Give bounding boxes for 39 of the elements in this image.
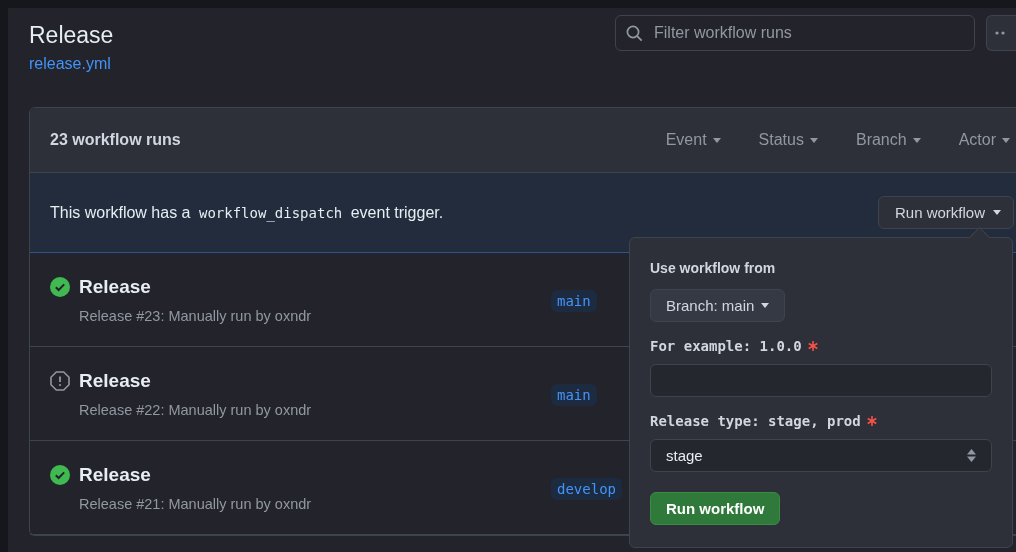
check-circle-icon: [50, 464, 70, 485]
search-icon: [626, 25, 643, 42]
caret-icon: [809, 137, 818, 143]
input-label: Release type: stage, prod: [650, 413, 861, 429]
branch-tag[interactable]: develop: [551, 477, 622, 500]
filter-dropdown[interactable]: Event: [665, 131, 721, 149]
filter-dropdown[interactable]: Actor: [958, 131, 1010, 149]
more-options-button[interactable]: [986, 15, 1016, 51]
caret-icon: [912, 137, 921, 143]
run-title[interactable]: Release: [79, 463, 551, 486]
workflow-title: Release: [29, 22, 114, 49]
dispatch-notice: This workflow has a workflow_dispatch event trigger.: [50, 203, 444, 222]
search-field[interactable]: Filter workflow runs: [615, 15, 975, 51]
run-subtitle: Release #23: Manually run by oxndr: [79, 307, 313, 324]
caret-icon: [761, 303, 770, 308]
input-field[interactable]: [650, 364, 992, 397]
branch-select-button[interactable]: Branch: main: [650, 289, 786, 322]
stop-octagon-icon: [50, 370, 70, 391]
release-type-select[interactable]: stage: [650, 439, 992, 472]
source-label: Use workflow from: [650, 260, 776, 276]
run-subtitle: Release #22: Manually run by oxndr: [79, 401, 313, 418]
filter-dropdown[interactable]: Branch: [855, 131, 921, 149]
workflow-file-link[interactable]: release.yml: [29, 55, 111, 73]
branch-tag[interactable]: main: [551, 289, 597, 312]
run-title[interactable]: Release: [79, 369, 551, 392]
run-workflow-button[interactable]: Run workflow: [877, 196, 1014, 229]
run-subtitle: Release #21: Manually run by oxndr: [79, 495, 313, 512]
check-circle-icon: [50, 276, 70, 297]
caret-icon: [1002, 137, 1010, 143]
caret-icon: [712, 137, 721, 143]
updown-icon: [967, 449, 976, 462]
branch-tag[interactable]: main: [551, 383, 597, 406]
run-count: 23 workflow runs: [50, 131, 181, 149]
run-workflow-submit-button[interactable]: Run workflow: [650, 492, 781, 525]
filter-dropdown[interactable]: Status: [758, 131, 818, 149]
caret-icon: [993, 210, 1001, 215]
input-label: For example: 1.0.0: [650, 338, 802, 354]
run-title[interactable]: Release: [79, 275, 551, 298]
dots-icon: [995, 31, 1007, 35]
